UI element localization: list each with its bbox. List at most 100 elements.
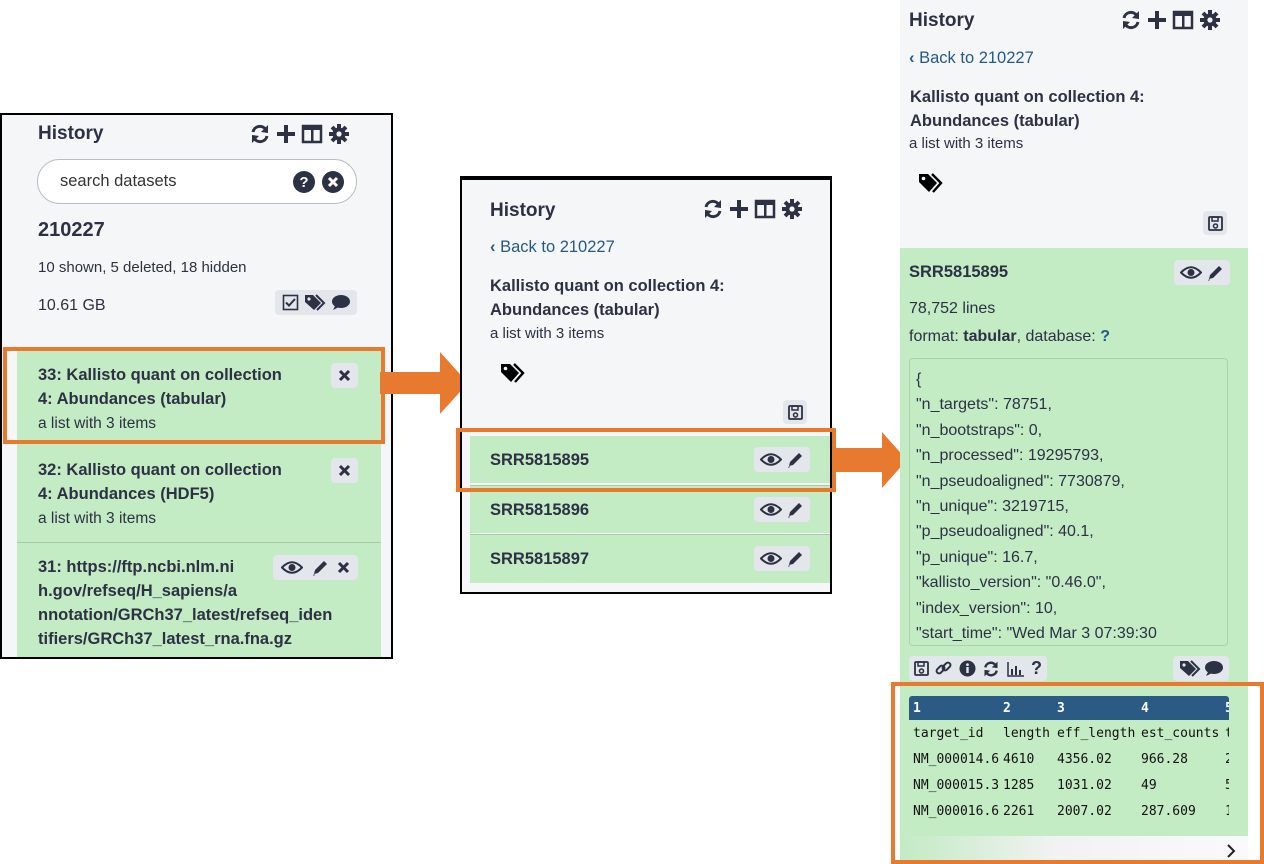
eye-icon[interactable] (1180, 265, 1202, 280)
plus-icon[interactable] (729, 198, 749, 220)
search-input[interactable]: search datasets ? (37, 159, 357, 204)
peek-line: "n_targets": 78751, (916, 396, 1052, 414)
chevron-left-icon: ‹ (909, 49, 920, 67)
close-icon (338, 464, 351, 477)
save-icon[interactable] (914, 661, 929, 676)
arrow-right-icon (380, 352, 468, 414)
item-subtitle: a list with 3 items (38, 510, 157, 527)
save-icon (787, 404, 803, 420)
eye-icon[interactable] (281, 560, 303, 575)
history-actions (275, 290, 357, 315)
dataset-toolbar: ? (909, 656, 1047, 681)
dataset-format: format: tabular, database: ? (909, 328, 1110, 346)
element-actions (754, 497, 810, 522)
plus-icon[interactable] (1147, 9, 1167, 31)
dataset-tag-actions (1173, 656, 1229, 681)
peek-line: "n_bootstraps": 0, (916, 421, 1043, 439)
search-placeholder: search datasets (60, 172, 177, 190)
eye-icon[interactable] (760, 502, 782, 517)
close-icon[interactable] (337, 561, 350, 574)
peek-line: "kallisto_version": "0.46.0", (916, 574, 1106, 592)
info-icon[interactable] (959, 660, 976, 677)
history-name[interactable]: 210227 (38, 219, 105, 242)
history-header-icons (1120, 9, 1221, 31)
back-link-label: Back to 210227 (500, 238, 615, 256)
columns-icon[interactable] (301, 123, 323, 145)
tags-icon[interactable] (500, 363, 526, 383)
collection-subtitle: a list with 3 items (909, 135, 1024, 152)
peek-line: "n_pseudoaligned": 7730879, (916, 472, 1125, 490)
gear-icon[interactable] (328, 123, 350, 145)
help-icon[interactable]: ? (1031, 658, 1042, 679)
delete-button[interactable] (331, 458, 358, 483)
history-title: History (490, 200, 556, 221)
collection-title-line: Abundances (tabular) (910, 112, 1080, 130)
pencil-icon[interactable] (1206, 264, 1224, 282)
collection-subtitle: a list with 3 items (490, 325, 605, 342)
download-button[interactable] (783, 400, 807, 424)
eye-icon[interactable] (760, 551, 782, 566)
gear-icon[interactable] (781, 198, 803, 220)
collection-title-line: Kallisto quant on collection 4: (490, 277, 725, 295)
collection-element-row[interactable]: SRR5815896 (470, 486, 830, 533)
element-actions (754, 546, 810, 571)
highlight-box (891, 682, 1264, 864)
tags-icon[interactable] (1179, 660, 1201, 677)
history-counts: 10 shown, 5 deleted, 18 hidden (38, 259, 247, 276)
tags-icon[interactable] (918, 173, 944, 193)
comment-icon[interactable] (331, 294, 351, 311)
history-header-icons (249, 123, 350, 145)
peek-line: "p_unique": 16.7, (916, 548, 1038, 566)
download-button[interactable] (1203, 211, 1227, 235)
item-title-line: 32: Kallisto quant on collection (38, 461, 282, 479)
element-name: SRR5815896 (490, 501, 590, 519)
collection-element-row[interactable]: SRR5815897 (470, 535, 830, 583)
visualize-icon[interactable] (1006, 661, 1025, 677)
arrow-right-icon (832, 432, 907, 488)
pencil-icon[interactable] (311, 559, 329, 577)
database-value[interactable]: ? (1100, 328, 1110, 345)
dataset-actions (1174, 260, 1230, 285)
history-header-icons (702, 198, 803, 220)
history-item-31[interactable]: 31: https://ftp.ncbi.nlm.ni h.gov/refseq… (17, 543, 381, 657)
gear-icon[interactable] (1199, 9, 1221, 31)
pencil-icon[interactable] (786, 550, 804, 568)
refresh-icon[interactable] (1120, 9, 1142, 31)
collection-title-line: Kallisto quant on collection 4: (910, 88, 1145, 106)
dataset-peek: { "n_targets": 78751, "n_bootstraps": 0,… (909, 358, 1228, 646)
tags-icon[interactable] (304, 294, 326, 311)
database-label: , database: (1016, 328, 1101, 345)
collection-title-line: Abundances (tabular) (490, 301, 660, 319)
item-title-line: 4: Abundances (HDF5) (38, 485, 215, 503)
history-title: History (38, 123, 104, 144)
rerun-icon[interactable] (982, 660, 1000, 678)
item-title-line: h.gov/refseq/H_sapiens/a (38, 582, 237, 600)
peek-line: "n_processed": 19295793, (916, 447, 1104, 465)
pencil-icon[interactable] (786, 501, 804, 519)
history-size: 10.61 GB (38, 297, 106, 314)
columns-icon[interactable] (754, 198, 776, 220)
select-checkbox-icon[interactable] (282, 294, 299, 311)
refresh-icon[interactable] (702, 198, 724, 220)
clear-search-icon[interactable] (321, 170, 345, 194)
peek-line: "n_unique": 3219715, (916, 498, 1069, 516)
plus-icon[interactable] (276, 123, 296, 145)
columns-icon[interactable] (1172, 9, 1194, 31)
item-title-line: 31: https://ftp.ncbi.nlm.ni (38, 558, 235, 576)
back-link[interactable]: ‹ Back to 210227 (490, 238, 615, 257)
history-item-32[interactable]: 32: Kallisto quant on collection 4: Abun… (17, 444, 381, 542)
dataset-lines: 78,752 lines (909, 300, 996, 317)
help-icon[interactable]: ? (292, 170, 316, 194)
save-icon (1207, 215, 1223, 231)
highlight-box (456, 428, 836, 492)
format-label: format: (909, 328, 964, 345)
format-value: tabular (963, 328, 1017, 345)
refresh-icon[interactable] (249, 123, 271, 145)
peek-line: "index_version": 10, (916, 599, 1058, 617)
comment-icon[interactable] (1204, 660, 1224, 677)
link-icon[interactable] (935, 660, 952, 677)
item-title-line: nnotation/GRCh37_latest/refseq_iden (38, 606, 333, 624)
dataset-name[interactable]: SRR5815895 (909, 260, 1008, 284)
back-link[interactable]: ‹ Back to 210227 (909, 49, 1034, 68)
peek-line: "start_time": "Wed Mar 3 07:39:30 (916, 625, 1157, 643)
